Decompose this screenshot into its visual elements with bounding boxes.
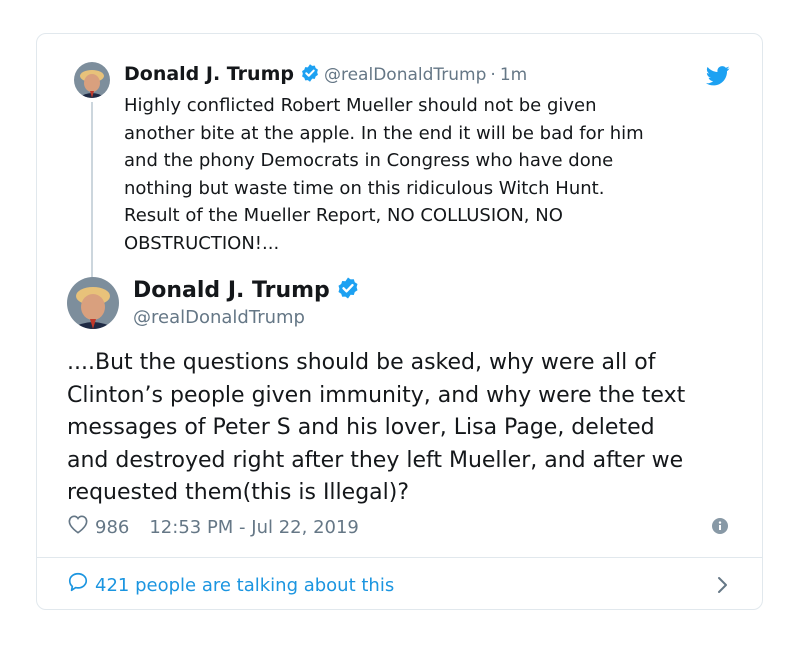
author-handle[interactable]: @realDonaldTrump — [133, 306, 305, 330]
twitter-bird-icon[interactable] — [705, 66, 730, 90]
chevron-right-icon[interactable] — [716, 575, 728, 599]
quoted-tweet-text: Highly conflicted Robert Mueller should … — [124, 95, 644, 254]
verified-badge-icon — [300, 63, 320, 90]
quoted-tweet-header: Donald J. Trump @realDonaldTrump · 1m — [124, 61, 527, 90]
header-separator: · — [490, 65, 496, 85]
tweet-embed-card: Donald J. Trump @realDonaldTrump · 1m Highl… — [36, 33, 763, 610]
verified-badge-icon — [336, 276, 360, 309]
like-count[interactable]: 986 — [95, 516, 129, 540]
heart-icon[interactable] — [67, 514, 89, 541]
quoted-tweet-time[interactable]: 1m — [500, 65, 527, 85]
info-icon[interactable] — [712, 518, 728, 538]
quoted-author-avatar[interactable] — [74, 62, 110, 98]
tweet-meta: 986 12:53 PM - Jul 22, 2019 — [67, 514, 359, 541]
tweet-timestamp[interactable]: 12:53 PM - Jul 22, 2019 — [149, 516, 359, 540]
speech-bubble-icon — [67, 571, 89, 601]
conversation-link[interactable]: 421 people are talking about this — [67, 571, 394, 601]
author-name-text: Donald J. Trump — [133, 278, 330, 303]
footer-divider — [37, 557, 762, 558]
quoted-author-name[interactable]: Donald J. Trump — [124, 63, 294, 85]
tweet-text: ....But the questions should be asked, w… — [67, 350, 686, 505]
people-talking-label: 421 people are talking about this — [95, 575, 395, 596]
author-avatar[interactable] — [67, 277, 119, 329]
author-name[interactable]: Donald J. Trump — [133, 276, 364, 309]
quoted-author-handle[interactable]: @realDonaldTrump — [324, 65, 486, 85]
